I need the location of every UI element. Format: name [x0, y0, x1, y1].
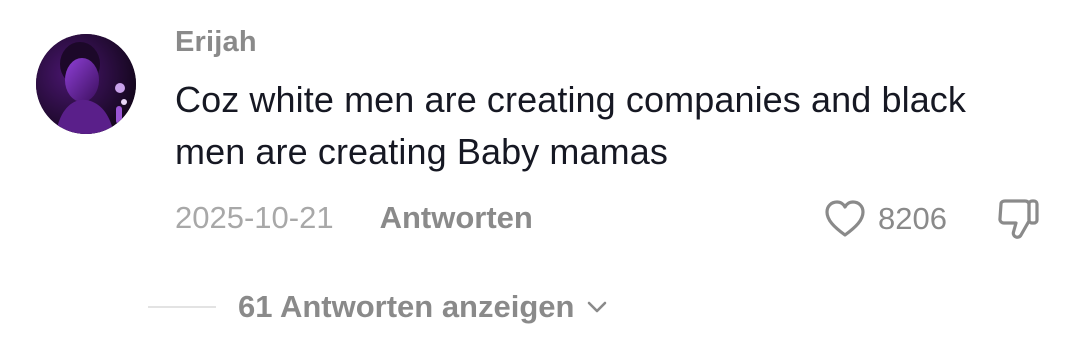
like-button[interactable]: 8206 [822, 196, 947, 242]
avatar-image [36, 34, 136, 134]
comment-item: Erijah Coz white men are creating compan… [0, 0, 1080, 356]
heart-icon [825, 200, 865, 237]
reply-button[interactable]: Antworten [380, 200, 533, 236]
view-replies-button[interactable]: 61 Antworten anzeigen [238, 286, 610, 328]
like-count: 8206 [878, 201, 947, 236]
thumbs-down-icon[interactable] [994, 194, 1044, 244]
view-replies-label: 61 Antworten anzeigen [238, 289, 575, 324]
comment-text: Coz white men are creating companies and… [175, 79, 967, 172]
chevron-down-icon [588, 301, 607, 313]
comment-meta: 2025-10-21 Antworten [175, 198, 533, 238]
replies-divider [148, 306, 216, 308]
username[interactable]: Erijah [175, 26, 257, 59]
avatar[interactable] [36, 34, 136, 134]
comment-date: 2025-10-21 [175, 200, 334, 235]
